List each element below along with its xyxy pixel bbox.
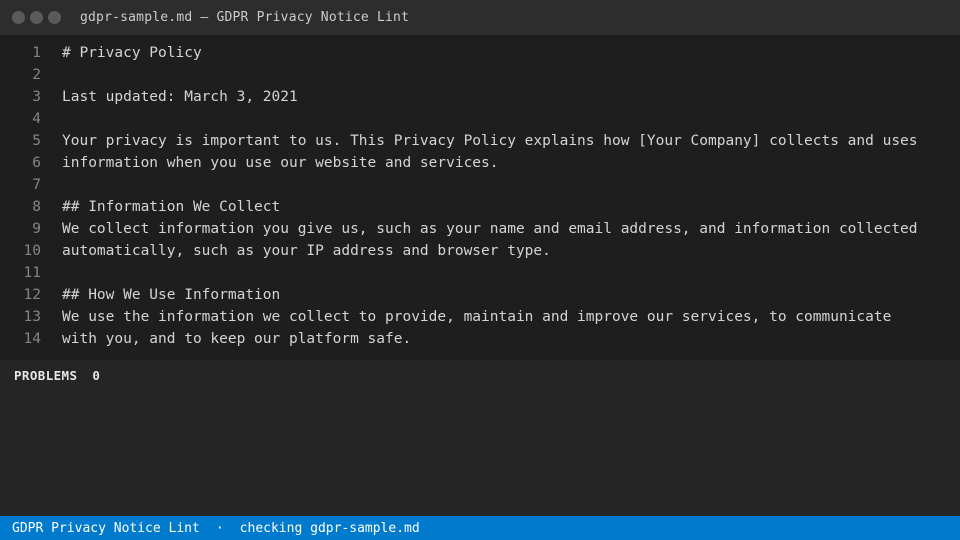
- line-number: 13: [23, 309, 41, 325]
- editor-line[interactable]: 2: [0, 64, 960, 86]
- line-number: 5: [32, 133, 41, 149]
- line-number: 9: [32, 221, 41, 237]
- editor-line[interactable]: 9 We collect information you give us, suc…: [0, 218, 960, 240]
- editor-line[interactable]: 5 Your privacy is important to us. This P…: [0, 130, 960, 152]
- line-text[interactable]: [62, 108, 930, 130]
- status-message: checking gdpr-sample.md: [239, 520, 420, 536]
- line-number: 3: [32, 89, 41, 105]
- minimize-window-button[interactable]: [30, 11, 43, 24]
- status-bar: GDPR Privacy Notice Lint · checking gdpr…: [0, 516, 960, 540]
- editor-line[interactable]: 8 ## Information We Collect: [0, 196, 960, 218]
- title-bar: gdpr-sample.md — GDPR Privacy Notice Lin…: [0, 0, 960, 35]
- line-text[interactable]: [62, 64, 930, 86]
- line-number: 8: [32, 199, 41, 215]
- editor-pane[interactable]: 1 # Privacy Policy 2 3 Last updated: March 3…: [0, 35, 960, 360]
- window-controls: [12, 11, 61, 24]
- editor-line[interactable]: 12 ## How We Use Information: [0, 284, 960, 306]
- line-text[interactable]: # Privacy Policy: [62, 42, 930, 64]
- editor-line[interactable]: 6 information when you use our website an…: [0, 152, 960, 174]
- status-app-name[interactable]: GDPR Privacy Notice Lint: [12, 521, 200, 536]
- line-number: 2: [32, 67, 41, 83]
- line-number: 4: [32, 111, 41, 127]
- editor-line[interactable]: 4: [0, 108, 960, 130]
- problems-tab-label[interactable]: PROBLEMS: [14, 368, 77, 383]
- editor-line[interactable]: 10 automatically, such as your IP address…: [0, 240, 960, 262]
- app-window: gdpr-sample.md — GDPR Privacy Notice Lin…: [0, 0, 960, 540]
- line-number: 11: [23, 265, 41, 281]
- line-text[interactable]: ## Information We Collect: [62, 196, 930, 218]
- editor-line[interactable]: 14 with you, and to keep our platform saf…: [0, 328, 960, 350]
- line-text[interactable]: [62, 174, 930, 196]
- line-text[interactable]: Your privacy is important to us. This Pr…: [62, 130, 930, 152]
- line-text[interactable]: ## How We Use Information: [62, 284, 930, 306]
- editor-line[interactable]: 13 We use the information we collect to p…: [0, 306, 960, 328]
- line-number: 1: [32, 45, 41, 61]
- problems-header: PROBLEMS 0: [0, 360, 960, 390]
- status-separator: ·: [215, 520, 224, 536]
- editor-line[interactable]: 11: [0, 262, 960, 284]
- problems-count-badge: 0: [92, 367, 101, 383]
- line-text[interactable]: with you, and to keep our platform safe.: [62, 328, 930, 350]
- line-text[interactable]: automatically, such as your IP address a…: [62, 240, 930, 262]
- line-text[interactable]: information when you use our website and…: [62, 152, 930, 174]
- line-text[interactable]: Last updated: March 3, 2021: [62, 86, 930, 108]
- window-title: gdpr-sample.md — GDPR Privacy Notice Lin…: [80, 10, 410, 25]
- problems-panel: PROBLEMS 0: [0, 360, 960, 516]
- line-number: 10: [23, 243, 41, 259]
- line-number: 12: [23, 287, 41, 303]
- editor-line[interactable]: 7: [0, 174, 960, 196]
- line-text[interactable]: [62, 262, 930, 284]
- line-number: 7: [32, 177, 41, 193]
- line-text[interactable]: We use the information we collect to pro…: [62, 306, 930, 328]
- close-window-button[interactable]: [12, 11, 25, 24]
- line-number: 6: [32, 155, 41, 171]
- editor-line[interactable]: 3 Last updated: March 3, 2021: [0, 86, 960, 108]
- editor-line[interactable]: 1 # Privacy Policy: [0, 42, 960, 64]
- maximize-window-button[interactable]: [48, 11, 61, 24]
- line-text[interactable]: We collect information you give us, such…: [62, 218, 930, 240]
- line-number: 14: [23, 331, 41, 347]
